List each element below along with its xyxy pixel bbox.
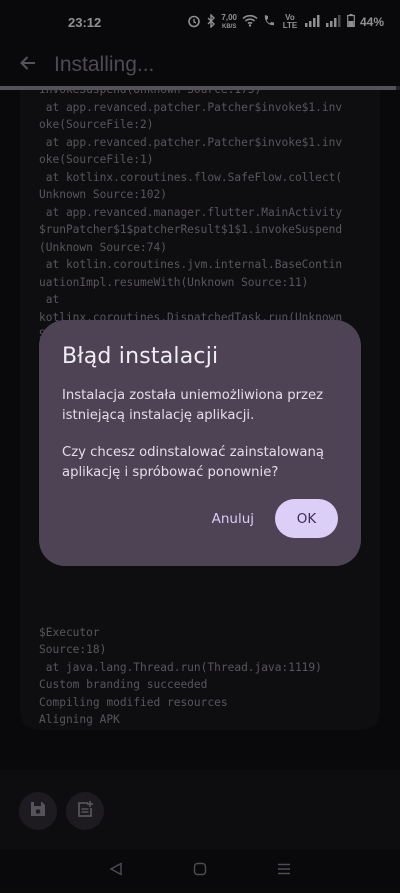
ok-button[interactable]: OK [275, 499, 338, 538]
dialog-message-line-1: Instalacja została uniemożliwiona przez … [62, 388, 323, 423]
cancel-button[interactable]: Anuluj [212, 501, 254, 537]
dialog-title: Błąd instalacji [62, 344, 219, 369]
install-error-dialog: Błąd instalacji Instalacja została uniem… [39, 320, 361, 566]
dialog-message: Instalacja została uniemożliwiona przez … [62, 386, 338, 483]
dialog-message-line-2: Czy chcesz odinstalować zainstalowaną ap… [62, 445, 324, 480]
dialog-actions: Anuluj OK [212, 499, 338, 538]
